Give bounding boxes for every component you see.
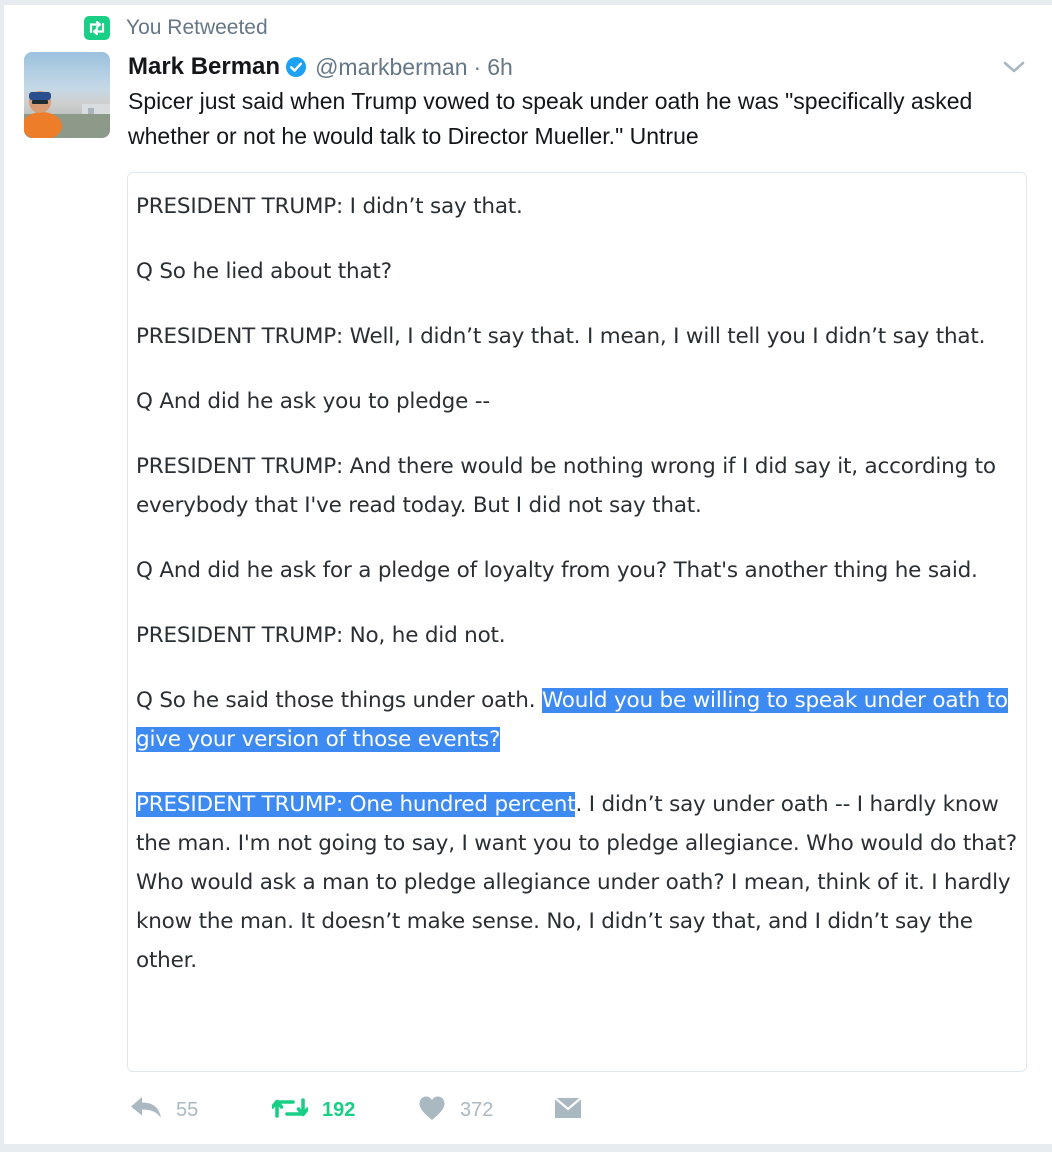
reply-button[interactable]: 55	[130, 1092, 198, 1128]
tweet-header: Mark Berman @markberman · 6h	[128, 50, 513, 84]
frame-bottom-border	[0, 1144, 1052, 1152]
transcript-paragraph: PRESIDENT TRUMP: No, he did not.	[136, 623, 506, 648]
highlighted-text: PRESIDENT TRUMP: One hundred percent	[136, 792, 576, 817]
transcript-paragraph: Q And did he ask for a pledge of loyalty…	[136, 558, 978, 583]
transcript-paragraph: PRESIDENT TRUMP: I didn’t say that.	[136, 194, 523, 219]
transcript-text: . I didn’t say under oath -- I hardly kn…	[136, 792, 1017, 973]
author-handle[interactable]: @markberman	[315, 54, 467, 81]
transcript-paragraph: PRESIDENT TRUMP: And there would be noth…	[136, 454, 996, 518]
transcript-paragraph: Q So he lied about that?	[136, 259, 392, 284]
reply-count: 55	[176, 1098, 199, 1121]
tweet-actions: 55 192 372	[130, 1092, 730, 1128]
avatar[interactable]	[24, 52, 110, 138]
chevron-down-icon[interactable]	[1000, 54, 1028, 80]
transcript-paragraph: Q And did he ask you to pledge --	[136, 389, 490, 414]
quoted-image-card[interactable]: PRESIDENT TRUMP: I didn’t say that. Q So…	[127, 172, 1027, 1072]
like-count: 372	[460, 1098, 494, 1121]
transcript-image: PRESIDENT TRUMP: I didn’t say that. Q So…	[136, 187, 1022, 980]
retweet-button[interactable]: 192	[270, 1092, 356, 1128]
transcript-paragraph: PRESIDENT TRUMP: Well, I didn’t say that…	[136, 324, 986, 349]
verified-badge-icon	[285, 56, 307, 78]
like-button[interactable]: 372	[418, 1092, 493, 1128]
retweet-icon	[84, 16, 110, 40]
tweet-text: Spicer just said when Trump vowed to spe…	[128, 88, 973, 149]
transcript-paragraph: PRESIDENT TRUMP: One hundred percent. I …	[136, 785, 1022, 980]
tweet-timestamp[interactable]: 6h	[487, 54, 513, 81]
header-separator: ·	[473, 53, 482, 80]
reply-icon	[130, 1096, 162, 1125]
direct-message-button[interactable]	[554, 1092, 582, 1128]
retweet-count: 192	[322, 1098, 356, 1121]
envelope-icon	[554, 1096, 582, 1125]
transcript-text: Q So he said those things under oath.	[136, 688, 542, 713]
author-name[interactable]: Mark Berman	[128, 53, 280, 81]
retweet-icon	[270, 1096, 310, 1125]
frame-left-border	[0, 0, 4, 1152]
transcript-paragraph: Q So he said those things under oath. Wo…	[136, 681, 1022, 759]
retweet-context-label: You Retweeted	[126, 16, 268, 39]
frame-top-border	[0, 0, 1052, 5]
retweet-context: You Retweeted	[84, 14, 268, 42]
heart-icon	[418, 1095, 446, 1126]
